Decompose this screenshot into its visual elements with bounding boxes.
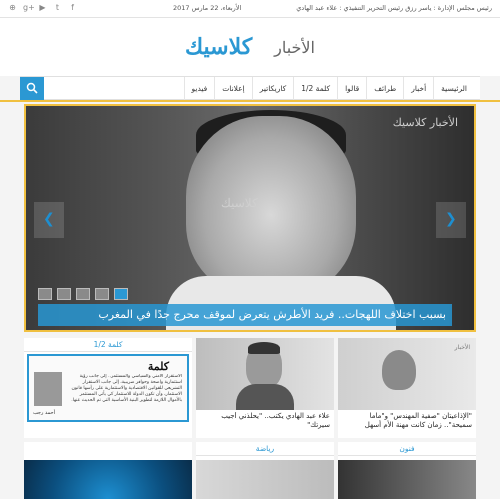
site-header: الأخبار كلاسيك [0, 18, 500, 76]
top-bar: ⊕ g+ ▶ t f الأربعاء، 22 مارس 2017 رئيس م… [0, 0, 500, 18]
main-nav: الرئيسية أخبار طرائف قالوا 1/2 كلمة كاري… [20, 76, 480, 100]
article-card[interactable]: علاء عبد الهادي يكتب.. "يحلذني أجيب سيرت… [196, 338, 334, 438]
caricature-card[interactable] [24, 442, 192, 499]
half-word-card[interactable]: كلمة 1/2 كلمة الاستقرار الأمني والسياسي … [24, 338, 192, 438]
twitter-icon[interactable]: t [53, 3, 62, 12]
columnist-name: أحمد رجب [33, 410, 55, 416]
slider-thumb[interactable] [38, 288, 52, 300]
nav-item-half-word[interactable]: 1/2 كلمة [293, 77, 337, 100]
nav-item-anecdotes[interactable]: طرائف [366, 77, 403, 100]
nav-item-quotes[interactable]: قالوا [337, 77, 366, 100]
slide-photo-face [186, 116, 356, 296]
section-card-sports[interactable]: رياضة [196, 442, 334, 499]
article-image-watermark: الأخبار [454, 344, 470, 351]
slider-thumb[interactable] [95, 288, 109, 300]
section-card-arts[interactable]: فنون [338, 442, 476, 499]
slider-prev-button[interactable]: ❮ [34, 202, 64, 238]
nav-item-ads[interactable]: إعلانات [214, 77, 251, 100]
slider-next-button[interactable]: ❯ [436, 202, 466, 238]
site-logo[interactable]: الأخبار كلاسيك [185, 30, 315, 70]
half-word-box: كلمة الاستقرار الأمني والسياسي والمستثمر… [27, 354, 189, 422]
google-plus-icon[interactable]: g+ [23, 3, 35, 12]
nav-item-caricature[interactable]: كاريكاتير [251, 77, 293, 100]
slider-thumb[interactable] [57, 288, 71, 300]
slide-caption[interactable]: بسبب اختلاف اللهجات.. فريد الأطرش يتعرض … [38, 304, 452, 326]
search-button[interactable] [20, 77, 44, 100]
slider-thumb-active[interactable] [114, 288, 128, 300]
article-card[interactable]: الأخبار "الإذاعيتان "صفية المهندس" و"مام… [338, 338, 476, 438]
section-heading-sports[interactable]: رياضة [196, 442, 334, 456]
article-image [196, 338, 334, 410]
article-title[interactable]: "الإذاعيتان "صفية المهندس" و"ماما سميحة"… [342, 412, 472, 434]
nav-item-news[interactable]: أخبار [403, 77, 433, 100]
half-word-title: كلمة [147, 360, 169, 373]
section-heading-arts[interactable]: فنون [338, 442, 476, 456]
articles-grid: الأخبار "الإذاعيتان "صفية المهندس" و"مام… [24, 338, 476, 499]
article-image [338, 460, 476, 499]
editor-credits: رئيس مجلس الإدارة : ياسر رزق رئيس التحري… [296, 4, 492, 12]
nav-menu: الرئيسية أخبار طرائف قالوا 1/2 كلمة كاري… [183, 77, 475, 100]
article-title[interactable]: علاء عبد الهادي يكتب.. "يحلذني أجيب سيرت… [200, 412, 330, 434]
logo-word-classic: كلاسيك [185, 34, 253, 60]
chevron-left-icon: ❮ [43, 211, 55, 227]
article-image [196, 460, 334, 499]
chevron-right-icon: ❯ [445, 211, 457, 227]
article-image [24, 460, 192, 499]
slide-watermark-corner: الأخبار كلاسيك [392, 116, 458, 129]
article-image: الأخبار [338, 338, 476, 410]
featured-slider[interactable]: كلاسيك الأخبار كلاسيك ❮ ❯ بسبب اختلاف ال… [24, 104, 476, 332]
search-icon [26, 82, 38, 94]
nav-item-video[interactable]: فيديو [183, 77, 215, 100]
social-links: ⊕ g+ ▶ t f [8, 3, 77, 12]
slide-watermark: كلاسيك [221, 196, 258, 210]
slider-thumb[interactable] [76, 288, 90, 300]
columnist-photo [34, 372, 62, 406]
current-date: الأربعاء، 22 مارس 2017 [173, 4, 242, 12]
youtube-icon[interactable]: ▶ [38, 3, 47, 12]
header-divider [0, 100, 500, 102]
nav-item-home[interactable]: الرئيسية [433, 77, 474, 100]
slider-thumbnails [38, 288, 128, 300]
half-word-text: الاستقرار الأمني والسياسي والمستثمر.. إل… [71, 374, 182, 403]
section-heading-half-word[interactable]: كلمة 1/2 [24, 338, 192, 352]
logo-word-akhbar: الأخبار [274, 38, 315, 57]
rss-icon[interactable]: ⊕ [8, 3, 17, 12]
facebook-icon[interactable]: f [68, 3, 77, 12]
